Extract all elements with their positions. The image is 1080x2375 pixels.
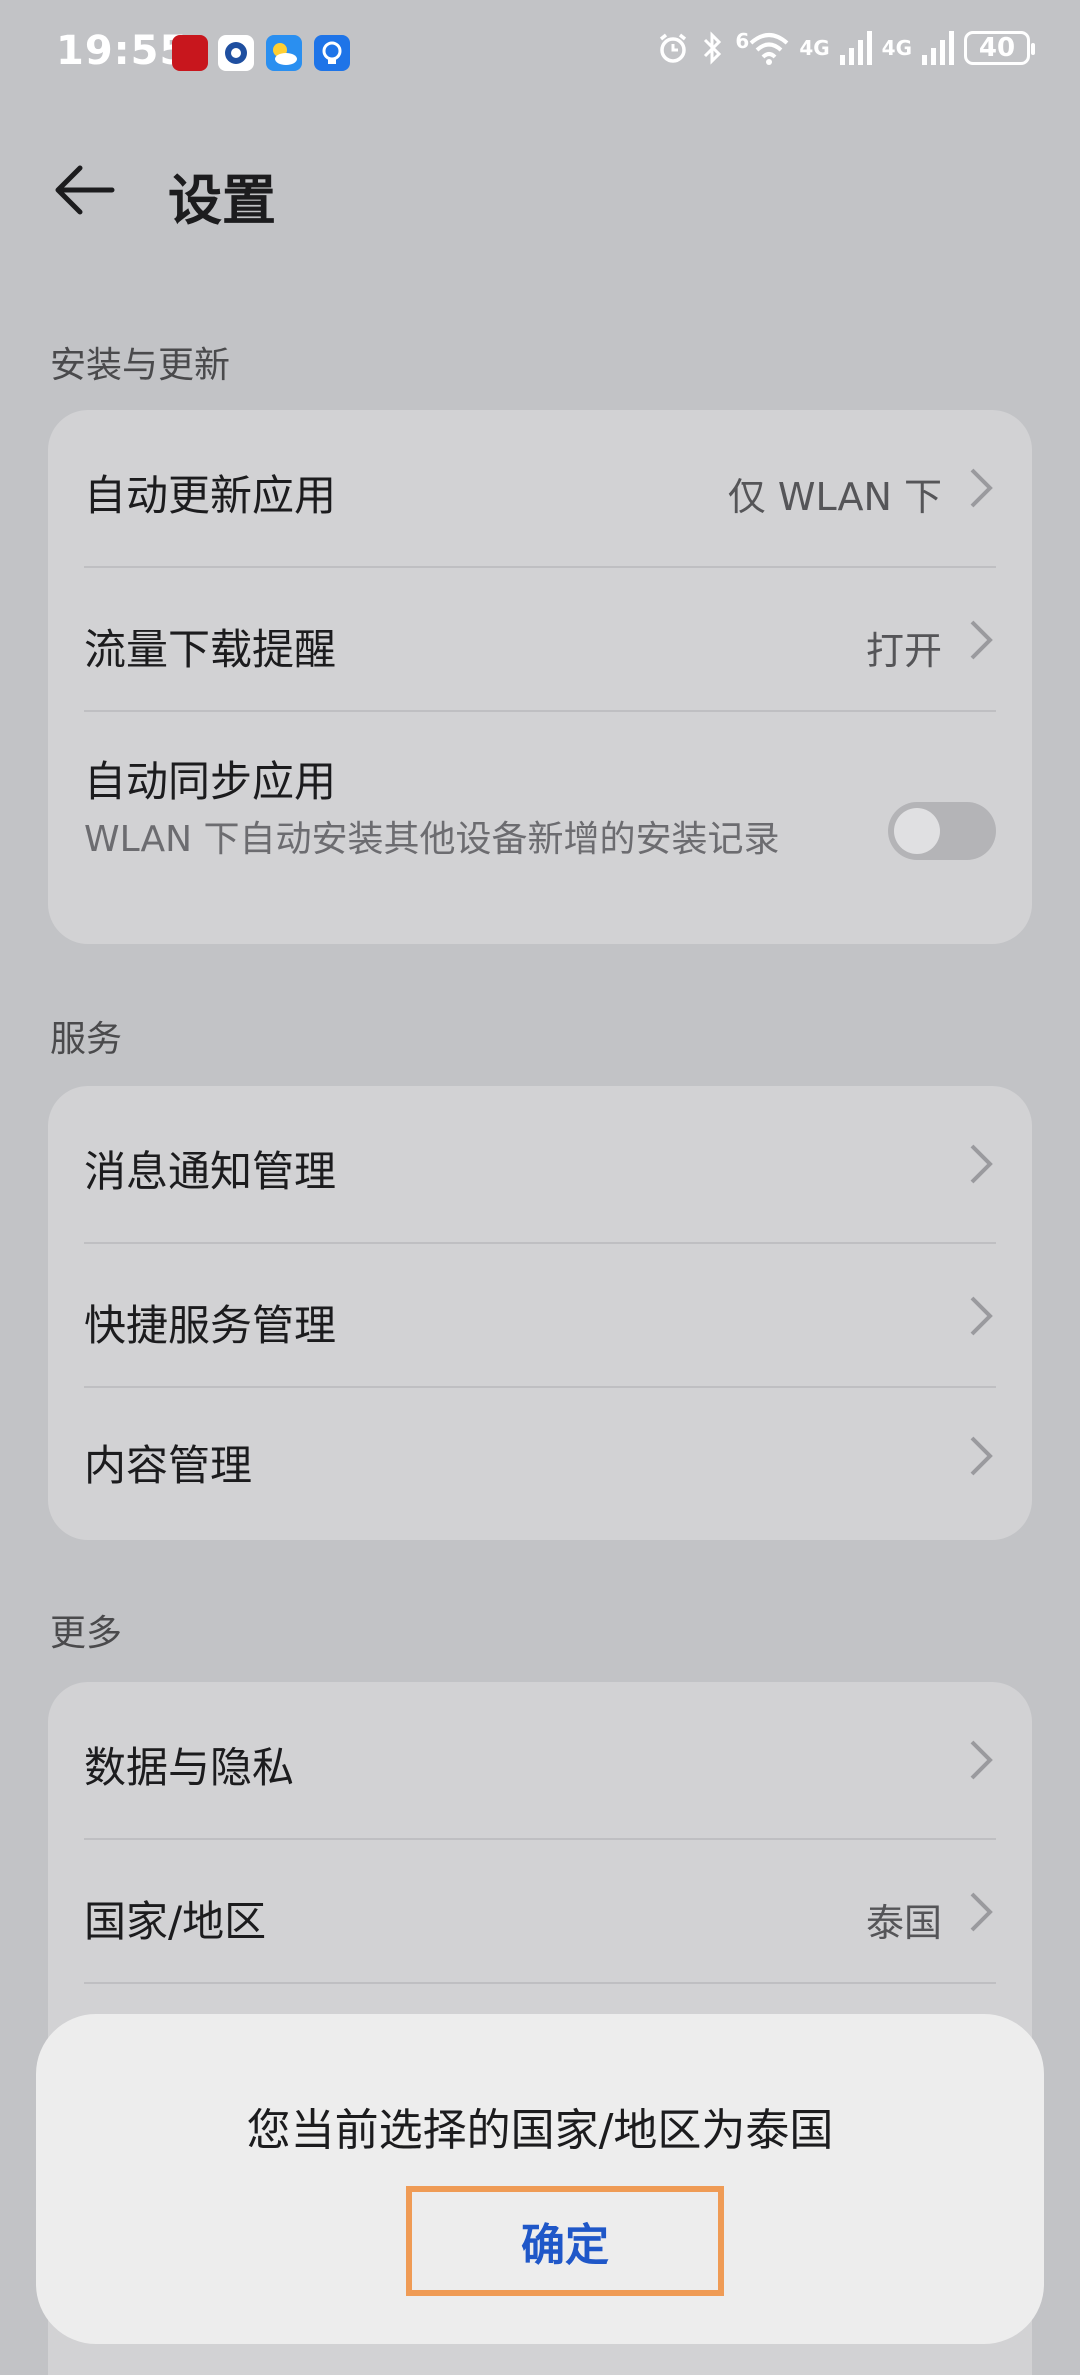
signal-2: 4G	[882, 36, 912, 60]
row-notifications-label: 消息通知管理	[84, 1147, 337, 1196]
bluetooth-icon	[704, 31, 722, 65]
back-button[interactable]	[50, 160, 120, 220]
battery-indicator: 40	[964, 31, 1035, 65]
chevron-right-icon	[970, 1436, 993, 1476]
confirm-button[interactable]: 确定	[406, 2186, 724, 2296]
row-shortcuts-label: 快捷服务管理	[84, 1301, 337, 1350]
app-notification-icon-c	[218, 35, 254, 71]
row-privacy[interactable]: 数据与隐私	[48, 1682, 1032, 1838]
signal-bars-2-icon	[922, 31, 954, 65]
dialog-message: 您当前选择的国家/地区为泰国	[246, 2105, 834, 2156]
card-install: 自动更新应用 仅 WLAN 下 流量下载提醒 打开 自动同步应用 WLAN 下自…	[48, 410, 1032, 944]
row-auto-update[interactable]: 自动更新应用 仅 WLAN 下	[48, 410, 1032, 566]
card-service: 消息通知管理 快捷服务管理 内容管理	[48, 1086, 1032, 1540]
section-label-install: 安装与更新	[50, 345, 231, 386]
row-privacy-label: 数据与隐私	[84, 1743, 295, 1792]
status-bar: 19:55 6 4G 4G 40	[0, 0, 1080, 110]
row-auto-update-label: 自动更新应用	[84, 471, 337, 520]
row-data-reminder-value: 打开	[865, 629, 942, 673]
row-data-reminder-label: 流量下载提醒	[84, 625, 337, 674]
bulb-app-icon	[314, 35, 350, 71]
row-content[interactable]: 内容管理	[48, 1388, 1032, 1540]
signal-1: 4G	[799, 36, 829, 60]
wifi-icon	[749, 33, 789, 65]
signal-1-label: 4G	[799, 36, 830, 60]
row-region[interactable]: 国家/地区 泰国	[48, 1840, 1032, 1982]
section-label-service: 服务	[50, 1019, 123, 1060]
chevron-right-icon	[970, 468, 993, 508]
arrow-left-icon	[55, 165, 115, 215]
signal-2-label: 4G	[881, 36, 912, 60]
row-content-label: 内容管理	[84, 1441, 253, 1490]
chevron-right-icon	[970, 1892, 993, 1932]
row-region-value: 泰国	[865, 1901, 942, 1945]
region-confirm-dialog: 您当前选择的国家/地区为泰国 确定	[36, 2014, 1044, 2344]
app-notification-icon-red	[172, 35, 208, 71]
row-notifications[interactable]: 消息通知管理	[48, 1086, 1032, 1242]
page-title: 设置	[168, 169, 276, 232]
signal-bars-1-icon	[839, 31, 872, 65]
chevron-right-icon	[970, 1296, 993, 1336]
wifi-badge: 6	[735, 29, 750, 53]
chevron-right-icon	[970, 620, 993, 660]
status-time: 19:55	[56, 28, 189, 74]
battery-level: 40	[978, 33, 1016, 63]
row-auto-sync-label: 自动同步应用	[84, 757, 337, 806]
alarm-icon	[660, 33, 687, 63]
chevron-right-icon	[970, 1144, 993, 1184]
toggle-knob	[894, 808, 940, 854]
divider	[84, 1982, 996, 1984]
auto-sync-toggle[interactable]	[888, 802, 996, 860]
chevron-right-icon	[970, 1740, 993, 1780]
row-auto-sync-description: WLAN 下自动安装其他设备新增的安装记录	[84, 819, 780, 860]
section-label-more: 更多	[50, 1613, 123, 1654]
row-data-reminder[interactable]: 流量下载提醒 打开	[48, 568, 1032, 710]
row-region-label: 国家/地区	[84, 1897, 267, 1946]
row-auto-sync: 自动同步应用 WLAN 下自动安装其他设备新增的安装记录	[48, 712, 1032, 944]
row-auto-update-value: 仅 WLAN 下	[727, 475, 942, 519]
weather-app-icon	[266, 35, 302, 71]
row-shortcuts[interactable]: 快捷服务管理	[48, 1244, 1032, 1386]
